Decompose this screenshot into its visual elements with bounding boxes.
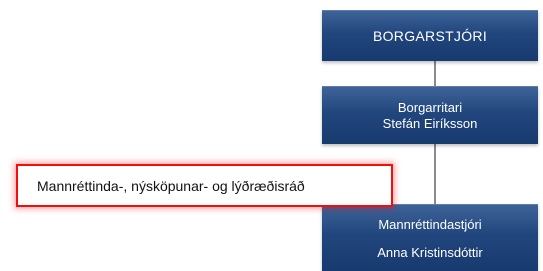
connector-mayor-to-secretary [434,61,436,86]
council-highlight-box: Mannréttinda-, nýsköpunar- og lýðræðisrá… [16,164,393,207]
human-rights-director-name: Anna Kristinsdóttir [377,245,483,260]
human-rights-director-title: Mannréttindastjóri [378,217,482,232]
council-label: Mannréttinda-, nýsköpunar- og lýðræðisrá… [37,177,305,194]
connector-secretary-to-human-rights [434,144,436,204]
mayor-box: BORGARSTJÓRI [322,10,538,61]
human-rights-director-box: Mannréttindastjóri Anna Kristinsdóttir [322,204,538,271]
mayor-title: BORGARSTJÓRI [372,28,488,44]
city-secretary-title: Borgarritari [397,99,463,115]
city-secretary-name: Stefán Eiríksson [382,115,478,131]
city-secretary-box: Borgarritari Stefán Eiríksson [322,86,538,144]
